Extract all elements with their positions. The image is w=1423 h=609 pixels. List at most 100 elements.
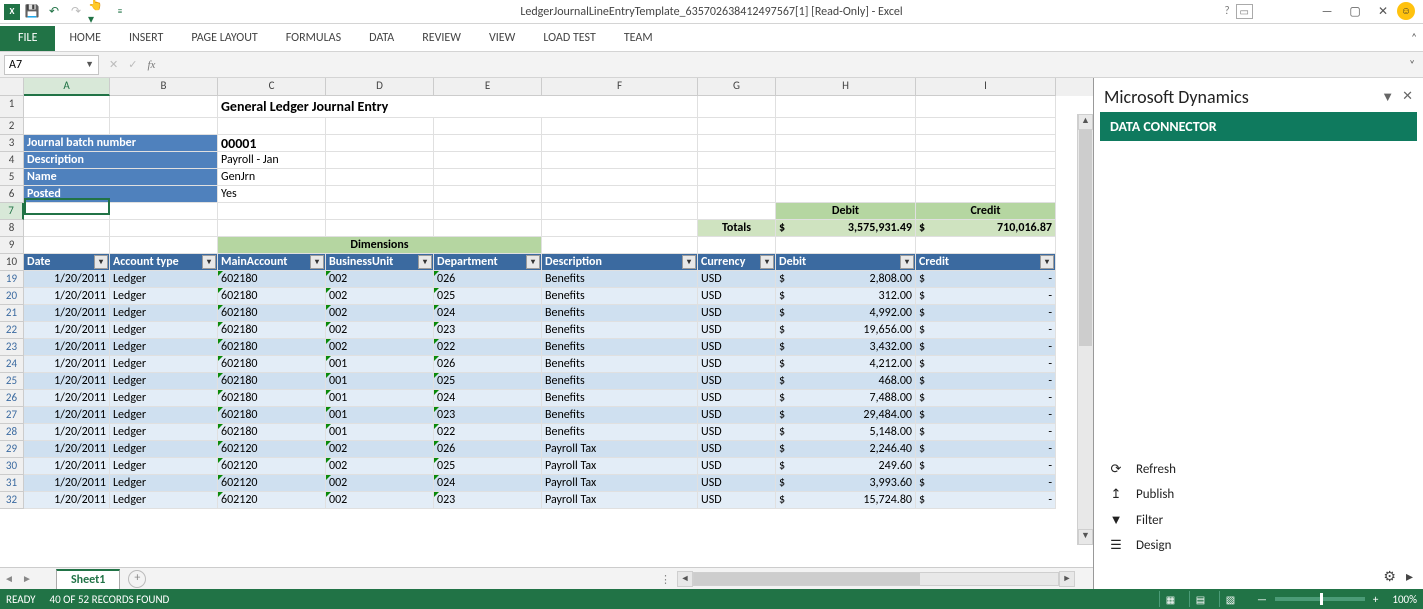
tab-nav-next-icon[interactable]: ► — [18, 572, 36, 585]
filter-dropdown-icon[interactable]: ▾ — [900, 255, 914, 269]
column-header-E[interactable]: E — [434, 78, 542, 96]
filter-dropdown-icon[interactable]: ▾ — [202, 255, 216, 269]
row-header[interactable]: 3 — [0, 135, 24, 152]
page-break-view-icon[interactable]: ▧ — [1219, 591, 1241, 607]
row-header[interactable]: 7 — [0, 203, 24, 220]
taskpane-action-publish[interactable]: ↥Publish — [1104, 482, 1413, 507]
settings-icon[interactable]: ⚙ — [1383, 568, 1396, 585]
scroll-up-icon[interactable]: ▲ — [1078, 114, 1093, 130]
column-header-D[interactable]: D — [326, 78, 434, 96]
ribbon-tab-team[interactable]: TEAM — [610, 26, 667, 51]
tab-nav-prev-icon[interactable]: ◄ — [0, 572, 18, 585]
row-header[interactable]: 29 — [0, 441, 24, 458]
horizontal-scrollbar[interactable]: ⋮ ◄ ► — [660, 571, 1075, 587]
scroll-right-icon[interactable]: ► — [1059, 571, 1075, 587]
ribbon-tab-view[interactable]: VIEW — [475, 26, 529, 51]
ribbon-tab-page-layout[interactable]: PAGE LAYOUT — [177, 26, 271, 51]
filter-dropdown-icon[interactable]: ▾ — [94, 255, 108, 269]
row-header[interactable]: 4 — [0, 152, 24, 169]
help-icon[interactable]: ? — [1224, 4, 1229, 19]
row-header[interactable]: 24 — [0, 356, 24, 373]
row-header[interactable]: 32 — [0, 492, 24, 509]
ribbon-tab-insert[interactable]: INSERT — [115, 26, 177, 51]
row-header[interactable]: 30 — [0, 458, 24, 475]
zoom-out-icon[interactable]: — — [1257, 593, 1267, 606]
scroll-left-icon[interactable]: ◄ — [677, 571, 693, 587]
row-header[interactable]: 22 — [0, 322, 24, 339]
run-icon[interactable]: ▸ — [1406, 568, 1413, 585]
grid-body[interactable]: 1General Ledger Journal Entry23Journal b… — [0, 96, 1093, 567]
h-scroll-thumb[interactable] — [694, 573, 920, 585]
column-header-B[interactable]: B — [110, 78, 218, 96]
name-box-dropdown-icon[interactable]: ▼ — [85, 59, 94, 70]
close-icon[interactable]: ✕ — [1369, 2, 1397, 22]
filter-dropdown-icon[interactable]: ▾ — [682, 255, 696, 269]
row-header[interactable]: 8 — [0, 220, 24, 237]
row-header[interactable]: 6 — [0, 186, 24, 203]
row-header[interactable]: 31 — [0, 475, 24, 492]
touch-mode-icon[interactable]: 👆▾ — [88, 2, 108, 22]
zoom-slider[interactable] — [1275, 597, 1365, 601]
filter-dropdown-icon[interactable]: ▾ — [526, 255, 540, 269]
taskpane-menu-icon[interactable]: ▼ — [1381, 89, 1394, 105]
ribbon-tab-file[interactable]: FILE — [0, 26, 55, 51]
undo-icon[interactable]: ↶ — [44, 2, 64, 22]
fx-icon[interactable]: fx — [147, 59, 155, 71]
ribbon-tab-home[interactable]: HOME — [55, 26, 115, 51]
filter-dropdown-icon[interactable]: ▾ — [418, 255, 432, 269]
zoom-level[interactable]: 100% — [1392, 593, 1417, 606]
row-header[interactable]: 27 — [0, 407, 24, 424]
row-header[interactable]: 28 — [0, 424, 24, 441]
ribbon-tab-review[interactable]: REVIEW — [408, 26, 475, 51]
column-header-H[interactable]: H — [776, 78, 916, 96]
new-sheet-icon[interactable]: + — [128, 570, 146, 588]
column-header-G[interactable]: G — [698, 78, 776, 96]
qat-customize-icon[interactable]: ≡ — [110, 2, 130, 22]
row-header[interactable]: 10 — [0, 254, 24, 271]
column-header-C[interactable]: C — [218, 78, 326, 96]
row-header[interactable]: 25 — [0, 373, 24, 390]
row-header[interactable]: 2 — [0, 118, 24, 135]
taskpane-close-icon[interactable]: ✕ — [1402, 89, 1413, 105]
collapse-ribbon-icon[interactable]: ˄ — [1411, 31, 1417, 44]
ribbon-tab-formulas[interactable]: FORMULAS — [272, 26, 355, 51]
ribbon-tab-load-test[interactable]: LOAD TEST — [529, 26, 610, 51]
row-header[interactable]: 19 — [0, 271, 24, 288]
column-header-I[interactable]: I — [916, 78, 1056, 96]
row-header[interactable]: 5 — [0, 169, 24, 186]
taskpane-action-filter[interactable]: ▼Filter — [1104, 507, 1413, 533]
zoom-in-icon[interactable]: + — [1373, 593, 1378, 606]
column-header-A[interactable]: A — [24, 78, 110, 96]
ribbon-tab-data[interactable]: DATA — [355, 26, 408, 51]
expand-formula-bar-icon[interactable]: ˅ — [1409, 58, 1415, 71]
save-icon[interactable]: 💾 — [22, 2, 42, 22]
filter-dropdown-icon[interactable]: ▾ — [310, 255, 324, 269]
taskpane-action-refresh[interactable]: ⟳Refresh — [1104, 457, 1413, 482]
feedback-smiley-icon[interactable]: ☺ — [1397, 2, 1415, 20]
row-header[interactable]: 1 — [0, 96, 24, 118]
ribbon-display-icon[interactable]: ▭ — [1236, 4, 1253, 19]
cell-account-type: Ledger — [110, 458, 218, 475]
vertical-scrollbar[interactable]: ▲ ▼ — [1077, 114, 1093, 545]
name-box[interactable]: A7 ▼ — [4, 55, 99, 75]
filter-dropdown-icon[interactable]: ▾ — [760, 255, 774, 269]
enter-formula-icon[interactable]: ✓ — [128, 58, 137, 71]
minimize-icon[interactable]: — — [1313, 2, 1341, 22]
maximize-icon[interactable]: ▢ — [1341, 2, 1369, 22]
redo-icon[interactable]: ↷ — [66, 2, 86, 22]
row-header[interactable]: 23 — [0, 339, 24, 356]
scroll-down-icon[interactable]: ▼ — [1078, 529, 1093, 545]
filter-dropdown-icon[interactable]: ▾ — [1040, 255, 1054, 269]
select-all-corner[interactable] — [0, 78, 24, 96]
taskpane-action-design[interactable]: ☰Design — [1104, 533, 1413, 558]
row-header[interactable]: 9 — [0, 237, 24, 254]
sheet-tab[interactable]: Sheet1 — [56, 569, 120, 589]
column-header-F[interactable]: F — [542, 78, 698, 96]
page-layout-view-icon[interactable]: ▤ — [1189, 591, 1211, 607]
normal-view-icon[interactable]: ▦ — [1159, 591, 1181, 607]
row-header[interactable]: 20 — [0, 288, 24, 305]
cancel-formula-icon[interactable]: ✕ — [109, 58, 118, 71]
row-header[interactable]: 21 — [0, 305, 24, 322]
row-header[interactable]: 26 — [0, 390, 24, 407]
v-scroll-thumb[interactable] — [1079, 130, 1092, 346]
